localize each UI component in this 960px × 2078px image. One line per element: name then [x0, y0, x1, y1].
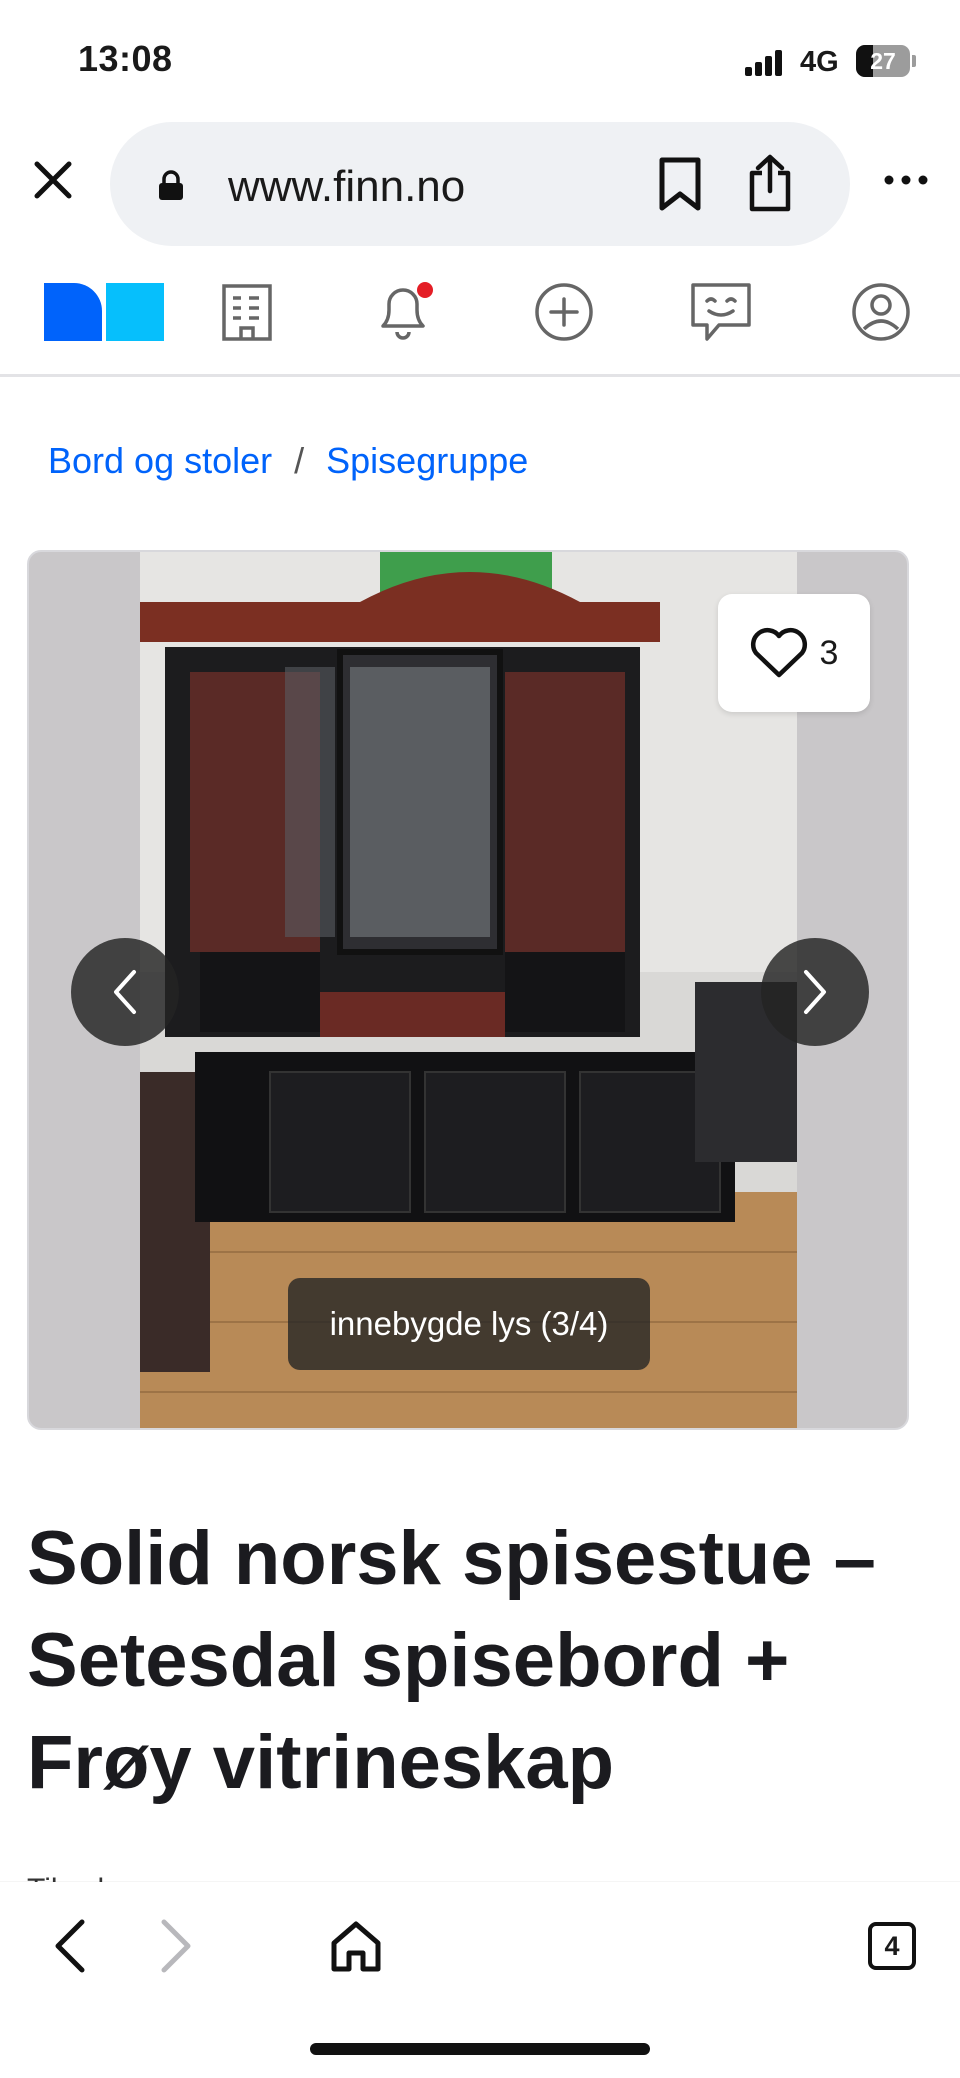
bell-icon[interactable]: [370, 277, 440, 347]
previous-image-button[interactable]: [71, 938, 179, 1046]
close-icon[interactable]: [28, 155, 78, 205]
notification-dot: [417, 282, 433, 298]
status-bar: 13:08 4G 27: [0, 0, 960, 115]
back-button[interactable]: [30, 1906, 110, 1986]
plus-circle-icon[interactable]: [529, 277, 599, 347]
image-caption: innebygde lys (3/4): [288, 1278, 650, 1370]
next-image-button[interactable]: [761, 938, 869, 1046]
url-text: www.finn.no: [228, 162, 466, 211]
tabs-button[interactable]: 4: [852, 1906, 932, 1986]
more-icon[interactable]: [878, 160, 934, 200]
listing-title: Solid norsk spisestue – Setesdal spisebo…: [27, 1516, 876, 1805]
tabs-count: 4: [868, 1922, 916, 1970]
chevron-right-icon: [804, 970, 826, 1014]
network-type: 4G: [800, 46, 839, 78]
heart-icon: [750, 628, 807, 678]
battery-tip: [912, 55, 916, 67]
signal-icon: [745, 50, 785, 76]
finn-logo[interactable]: [44, 283, 164, 341]
breadcrumb-separator: /: [294, 440, 305, 481]
battery-icon: 27: [856, 45, 910, 77]
status-time: 13:08: [78, 38, 173, 79]
battery-level: 27: [870, 48, 896, 74]
address-bar[interactable]: www.finn.no: [110, 122, 850, 246]
page: 13:08 4G 27 www.finn.no Bord og stoler /…: [0, 0, 960, 2078]
share-icon[interactable]: [740, 150, 800, 216]
forward-icon: [161, 1919, 191, 1973]
home-icon: [331, 1921, 381, 1972]
breadcrumb-link-category[interactable]: Bord og stoler: [48, 440, 272, 481]
profile-icon[interactable]: [846, 277, 916, 347]
bookmark-icon[interactable]: [650, 152, 710, 216]
chat-icon[interactable]: [686, 277, 756, 347]
chevron-left-icon: [114, 970, 136, 1014]
breadcrumb: Bord og stoler / Spisegruppe: [48, 440, 528, 482]
favorite-button[interactable]: 3: [718, 594, 870, 712]
site-nav: [0, 255, 960, 377]
back-icon: [55, 1919, 85, 1973]
forward-button[interactable]: [136, 1906, 216, 1986]
breadcrumb-link-subcategory[interactable]: Spisegruppe: [326, 440, 528, 481]
home-button[interactable]: [316, 1906, 396, 1986]
building-icon[interactable]: [212, 277, 282, 347]
lock-icon: [158, 170, 184, 200]
favorite-count: 3: [819, 633, 839, 672]
image-gallery: 3 innebygde lys (3/4): [27, 550, 909, 1430]
home-indicator: [310, 2043, 650, 2055]
